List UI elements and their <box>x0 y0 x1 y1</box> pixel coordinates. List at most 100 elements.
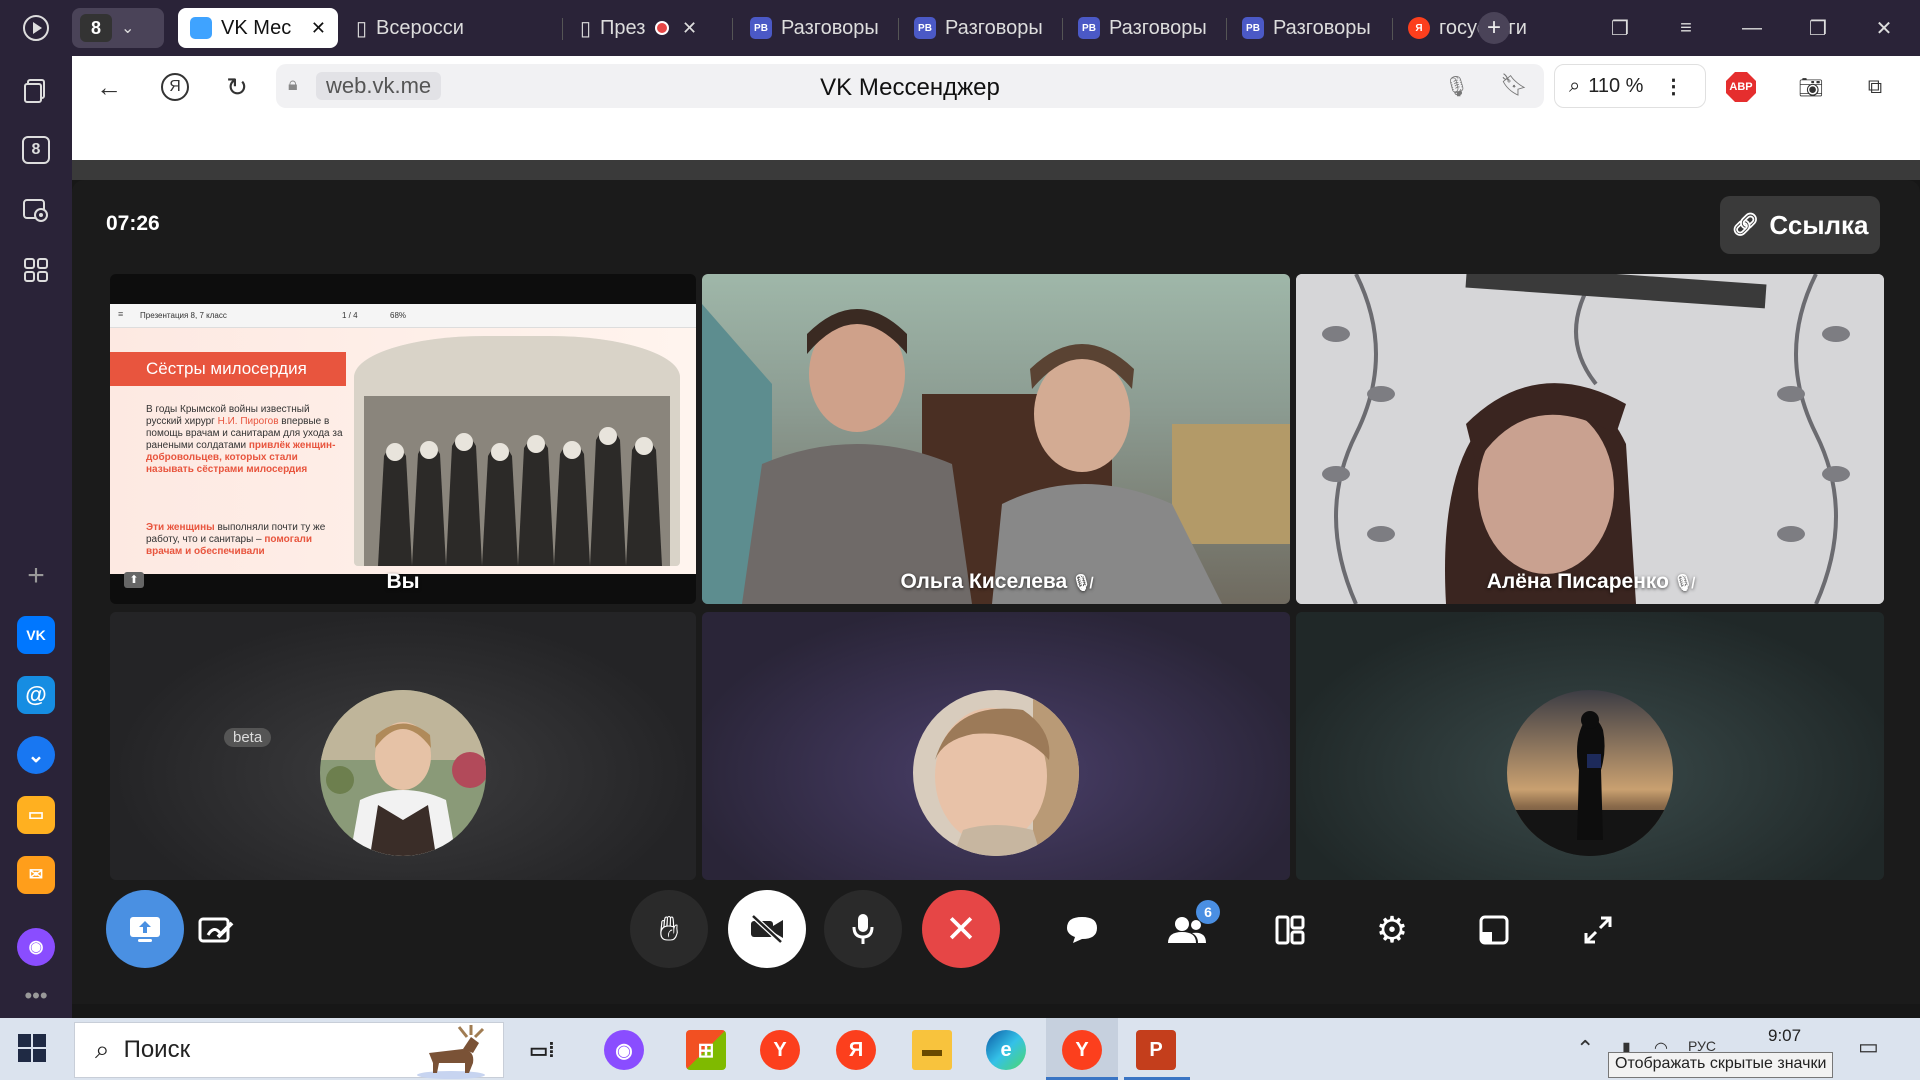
new-tab-button[interactable]: + <box>1478 12 1510 44</box>
slide-text-highlight: Н.И. Пирогов <box>217 416 279 427</box>
yandex-favicon-icon: Я <box>1408 17 1430 39</box>
rv-favicon-icon: РВ <box>1242 17 1264 39</box>
sidebar-app-mailbox[interactable]: ✉ <box>17 856 55 894</box>
avatar <box>913 690 1079 856</box>
sidebar-app-mail[interactable]: @ <box>17 676 55 714</box>
taskbar-active-yandex[interactable]: Y <box>1046 1018 1118 1080</box>
link-button-label: Ссылка <box>1769 209 1869 240</box>
vk-messenger-favicon-icon <box>190 17 212 39</box>
tab-razgovory-1[interactable]: РВ Разговоры <box>738 8 896 48</box>
tab-razgovory-3[interactable]: РВ Разговоры <box>1066 8 1224 48</box>
participants-button[interactable]: 6 <box>1158 900 1220 960</box>
tab-razgovory-4[interactable]: РВ Разговоры <box>1230 8 1390 48</box>
picture-in-picture-button[interactable] <box>1464 900 1524 960</box>
tab-counter-icon[interactable]: 8 <box>18 132 54 168</box>
yandex-browser-icon[interactable]: Y <box>760 1030 800 1070</box>
gear-icon: ⚙ <box>1375 909 1409 950</box>
fullscreen-button[interactable] <box>1568 900 1628 960</box>
windows-start-button[interactable] <box>18 1034 46 1067</box>
bookmarks-panel-icon[interactable]: ❐ <box>1600 12 1640 44</box>
whiteboard-button[interactable] <box>186 900 246 960</box>
back-button[interactable]: ← <box>90 68 128 106</box>
desktop-screen: 8 + VK @ ⌄ ▭ ✉ ◉ ••• 8 ⌄ VK Мес ✕ ▯ Всер… <box>0 0 1920 1080</box>
minimize-button[interactable]: — <box>1732 12 1772 44</box>
chevron-down-icon: ⌄ <box>121 20 135 37</box>
slide-heading: Сёстры милосердия <box>110 352 346 386</box>
microsoft-store-icon[interactable]: ⊞ <box>686 1030 726 1070</box>
slide-paragraph-2: Эти женщины выполняли почти ту же работу… <box>146 522 346 558</box>
notifications-icon[interactable]: ▭ <box>1858 1034 1879 1060</box>
taskbar-powerpoint[interactable]: P <box>1124 1018 1190 1080</box>
video-frame <box>1296 274 1884 604</box>
reload-button[interactable]: ↻ <box>218 68 256 106</box>
page-backdrop <box>72 160 1920 180</box>
slide-text-highlight: Эти женщины <box>146 522 215 533</box>
task-view-icon[interactable]: ▭⁞ <box>522 1030 562 1070</box>
yandex-icon: Я <box>161 73 189 101</box>
collections-icon[interactable] <box>18 72 54 108</box>
participant-tile-self[interactable]: ≡ Презентация 8, 7 класс 1 / 4 68% Сёстр… <box>110 274 696 604</box>
sidebar-app-alice[interactable]: ◉ <box>17 928 55 966</box>
yandex-icon[interactable]: Я <box>836 1030 876 1070</box>
tab-gosuslugi[interactable]: Я госуслуги <box>1396 8 1556 48</box>
settings-button[interactable]: ⚙ <box>1362 900 1422 960</box>
participant-tile-alena[interactable]: Алёна Писаренко 🎙︎̸ <box>1296 274 1884 604</box>
picture-in-picture-icon <box>1479 915 1509 945</box>
slide-paragraph-1: В годы Крымской войны известный русский … <box>146 404 346 476</box>
taskbar-search[interactable]: ⌕ Поиск <box>74 1022 504 1079</box>
menu-icon[interactable]: ≡ <box>1666 12 1706 44</box>
close-icon[interactable]: ✕ <box>311 18 326 39</box>
kebab-menu-icon[interactable]: ⋮ <box>1663 74 1683 99</box>
sidebar-app-vk[interactable]: VK <box>17 616 55 654</box>
apps-grid-icon[interactable] <box>18 252 54 288</box>
tab-vk-messenger[interactable]: VK Мес ✕ <box>178 8 338 48</box>
participant-tile-avatar-3[interactable] <box>1296 612 1884 880</box>
recording-icon <box>655 21 670 35</box>
sidebar-app-clips[interactable]: ▭ <box>17 796 55 834</box>
share-screen-button[interactable] <box>106 890 184 968</box>
close-icon[interactable]: ✕ <box>682 18 697 39</box>
participant-tile-olga[interactable]: Ольга Киселева 🎙︎̸ <box>702 274 1290 604</box>
tab-presentation[interactable]: ▯ През ✕ <box>568 8 726 48</box>
add-panel-icon[interactable]: + <box>18 558 54 594</box>
more-icon[interactable]: ••• <box>18 978 54 1014</box>
chevron-up-icon[interactable]: ⌃ <box>1576 1036 1594 1062</box>
yandex-button[interactable]: Я <box>156 68 194 106</box>
participants-count-badge: 6 <box>1196 900 1220 924</box>
toggle-microphone-button[interactable] <box>824 890 902 968</box>
restore-button[interactable]: ❐ <box>1798 12 1838 44</box>
screenshot-icon[interactable] <box>18 192 54 228</box>
participant-name-row: Ольга Киселева 🎙︎̸ <box>702 570 1290 594</box>
adblock-extension-button[interactable]: ABP <box>1724 70 1758 104</box>
microphone-icon[interactable]: 🎙︎ <box>1444 74 1469 99</box>
participant-tile-avatar-2[interactable] <box>702 612 1290 880</box>
tab-razgovory-2[interactable]: РВ Разговоры <box>902 8 1060 48</box>
extension-camera-icon[interactable]: 📷︎ <box>1794 70 1828 104</box>
toggle-camera-button[interactable] <box>728 890 806 968</box>
alice-taskbar-icon[interactable]: ◉ <box>604 1030 644 1070</box>
chat-button[interactable] <box>1052 900 1112 960</box>
tab-group-counter[interactable]: 8 ⌄ <box>72 8 164 48</box>
file-explorer-icon[interactable]: ▬ <box>912 1030 952 1070</box>
participant-tile-avatar-1[interactable] <box>110 612 696 880</box>
end-call-button[interactable]: ✕ <box>922 890 1000 968</box>
url-field[interactable]: 🔒︎ web.vk.me VK Мессенджер 🎙︎ 🔖︎ <box>276 64 1544 108</box>
copy-link-button[interactable]: 🔗︎ Ссылка <box>1720 196 1880 254</box>
sidebar-app-downloader[interactable]: ⌄ <box>17 736 55 774</box>
edge-browser-icon[interactable]: e <box>986 1030 1026 1070</box>
tab-group-number: 8 <box>80 14 112 42</box>
address-bar: ← Я ↻ 🔒︎ web.vk.me VK Мессенджер 🎙︎ 🔖︎ ⌕… <box>72 56 1920 116</box>
historical-photo <box>354 336 680 566</box>
clock-time[interactable]: 9:07 <box>1768 1026 1801 1046</box>
play-icon[interactable] <box>18 10 54 46</box>
tab-document-1[interactable]: ▯ Всеросси <box>344 8 556 48</box>
close-window-button[interactable]: ✕ <box>1864 12 1904 44</box>
bookmark-icon[interactable]: 🔖︎ <box>1500 72 1528 98</box>
extension-translate-icon[interactable]: ⧉ <box>1858 70 1892 104</box>
raise-hand-button[interactable]: ✋︎ <box>630 890 708 968</box>
adblock-label: ABP <box>1729 81 1753 93</box>
layout-button[interactable] <box>1260 900 1320 960</box>
zoom-control[interactable]: ⌕ 110 % ⋮ <box>1554 64 1706 108</box>
menu-icon: ≡ <box>118 309 124 319</box>
avatar <box>320 690 486 856</box>
